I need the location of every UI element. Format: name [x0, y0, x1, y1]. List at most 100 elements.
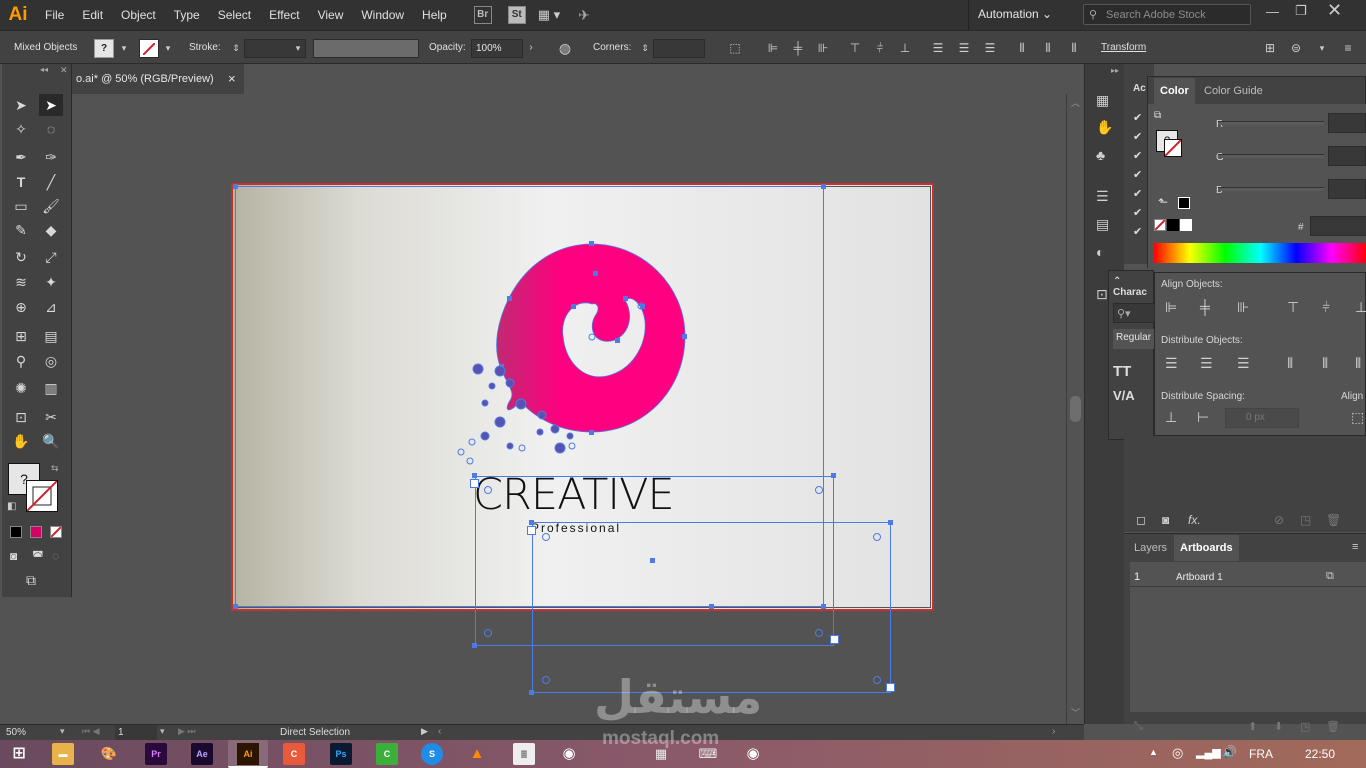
scroll-left-icon[interactable]: ‹ — [438, 726, 441, 737]
graphic-styles-icon[interactable]: ⊡ — [1096, 286, 1108, 303]
brushes-icon[interactable]: ✋ — [1096, 119, 1113, 136]
action-check-icon[interactable]: ✔ — [1133, 111, 1142, 124]
illustrator-taskbar-item[interactable]: Ai — [228, 740, 268, 768]
shaper-tool[interactable]: ✎ — [9, 219, 33, 241]
recolor-artwork-icon[interactable]: ◍ — [557, 40, 573, 56]
move-up-icon[interactable]: ⬆ — [1248, 720, 1257, 733]
stroke-color-box[interactable] — [26, 480, 58, 512]
scroll-down-icon[interactable]: ﹀ — [1071, 706, 1080, 719]
fill-swatch[interactable]: ? — [94, 39, 114, 58]
align-top-icon[interactable]: ⊤ — [847, 40, 863, 56]
menu-help[interactable]: Help — [413, 0, 456, 30]
scroll-right-icon[interactable]: › — [1052, 726, 1055, 737]
panel-align-top-icon[interactable]: ⊤ — [1287, 299, 1299, 316]
perspective-grid-tool[interactable]: ⊿ — [39, 296, 63, 318]
after-effects-icon[interactable]: Ae — [191, 743, 213, 765]
tray-expand-icon[interactable]: ▲ — [1149, 747, 1158, 757]
restore-button[interactable]: ❐ — [1295, 3, 1307, 19]
font-search-field[interactable]: ⚲▾ — [1113, 303, 1155, 323]
document-tab[interactable]: o.ai* @ 50% (RGB/Preview) × — [72, 64, 244, 94]
blue-value-field[interactable] — [1328, 179, 1366, 199]
chrome-icon-2[interactable]: ◉ — [742, 743, 764, 765]
stroke-stepper[interactable]: ⇕ — [228, 40, 244, 56]
new-item-icon[interactable]: ◳ — [1300, 513, 1311, 527]
slice-tool[interactable]: ✂ — [39, 406, 63, 428]
menu-object[interactable]: Object — [112, 0, 165, 30]
column-graph-tool[interactable]: ▥ — [39, 377, 63, 399]
line-tool[interactable]: ╱ — [39, 171, 63, 193]
menu-file[interactable]: File — [36, 0, 73, 30]
artboard-row[interactable]: 1 Artboard 1 ⧉ — [1130, 567, 1366, 587]
color-guide-tab[interactable]: Color Guide — [1198, 78, 1269, 104]
color-mode-button[interactable] — [10, 526, 22, 538]
layers-tab[interactable]: Layers — [1128, 535, 1173, 561]
stroke-panel-icon[interactable]: ☰ — [1096, 188, 1109, 205]
prohibited-icon[interactable]: ⊘ — [1274, 513, 1284, 527]
zoom-dropdown-icon[interactable]: ▾ — [60, 726, 65, 737]
hand-tool[interactable]: ✋ — [9, 430, 33, 452]
input-language[interactable]: FRA — [1249, 747, 1273, 761]
close-button[interactable]: ✕ — [1327, 0, 1342, 21]
distribute-right-icon[interactable]: ⦀ — [1066, 40, 1082, 56]
selection-tool[interactable]: ➤ — [9, 94, 33, 116]
distribute-vcenter-icon[interactable]: ☰ — [956, 40, 972, 56]
eraser-tool[interactable]: ◆ — [39, 219, 63, 241]
last-artboard-icon[interactable]: ▶ ⏭ — [178, 726, 196, 737]
action-check-icon[interactable]: ✔ — [1133, 149, 1142, 162]
status-menu-icon[interactable]: ▶ — [421, 726, 428, 737]
align-right-icon[interactable]: ⊪ — [815, 40, 831, 56]
swap-colors-icon[interactable]: ⇆ — [51, 463, 59, 474]
trash-icon[interactable]: 🗑 — [1326, 513, 1341, 527]
panel-align-bottom-icon[interactable]: ⊥ — [1355, 299, 1366, 316]
tray-app-icon[interactable]: ◎ — [1172, 745, 1183, 761]
vlc-icon[interactable]: ▲ — [466, 743, 488, 765]
libraries-icon[interactable]: ▦ — [1096, 92, 1109, 109]
panel-menu-icon[interactable]: ≡ — [1352, 541, 1358, 553]
artboard-options-icon[interactable]: ⧉ — [1326, 570, 1334, 583]
menu-edit[interactable]: Edit — [73, 0, 112, 30]
volume-icon[interactable]: 🔊 — [1222, 745, 1237, 759]
transform-link[interactable]: Transform — [1101, 42, 1146, 53]
pen-tool[interactable]: ✒ — [9, 146, 33, 168]
variable-width-profile[interactable] — [313, 39, 419, 58]
windows-start-icon[interactable]: ⊞ — [8, 743, 30, 765]
zoom-level-field[interactable]: 50% — [6, 727, 26, 738]
panel-align-right-icon[interactable]: ⊪ — [1237, 299, 1249, 316]
zoom-tool[interactable]: 🔍 — [39, 430, 63, 452]
begin-recording-icon[interactable]: ◙ — [1162, 513, 1169, 527]
panel-align-hcenter-icon[interactable]: ╪ — [1200, 299, 1210, 315]
mesh-tool[interactable]: ⊞ — [9, 325, 33, 347]
align-bottom-icon[interactable]: ⊥ — [897, 40, 913, 56]
none-swatch[interactable] — [1154, 219, 1166, 231]
chrome-icon[interactable]: ◉ — [558, 743, 580, 765]
draw-normal-icon[interactable]: ◙ — [10, 549, 17, 563]
color-spectrum[interactable] — [1154, 243, 1366, 263]
puppet-warp-tool[interactable]: ✦ — [39, 271, 63, 293]
align-hcenter-icon[interactable]: ╪ — [790, 40, 806, 56]
black-swatch[interactable] — [1178, 197, 1190, 209]
action-check-icon[interactable]: ✔ — [1133, 130, 1142, 143]
distribute-left-icon[interactable]: ⦀ — [1014, 40, 1030, 56]
panel-distribute-vcenter-icon[interactable]: ☰ — [1200, 355, 1213, 372]
panel-distribute-left-icon[interactable]: ⦀ — [1287, 355, 1293, 372]
panel-distribute-top-icon[interactable]: ☰ — [1165, 355, 1178, 372]
lasso-tool[interactable]: ◌ — [39, 118, 63, 140]
action-check-icon[interactable]: ✔ — [1133, 206, 1142, 219]
camtasia-icon[interactable]: C — [376, 743, 398, 765]
color-tab[interactable]: Color — [1154, 78, 1195, 104]
options-dropdown-icon[interactable]: ▾ — [1314, 40, 1330, 56]
none-mode-button[interactable] — [50, 526, 62, 538]
stop-recording-icon[interactable]: ◻ — [1136, 513, 1146, 527]
out-of-gamut-icon[interactable]: ⬑ — [1158, 195, 1168, 209]
menu-view[interactable]: View — [309, 0, 353, 30]
artboards-tab[interactable]: Artboards — [1174, 535, 1239, 561]
corners-field[interactable] — [653, 39, 705, 58]
isolate-icon[interactable]: ⊞ — [1262, 40, 1278, 56]
direct-selection-tool[interactable]: ➤ — [39, 94, 63, 116]
minimize-button[interactable]: — — [1266, 4, 1279, 19]
fx-icon[interactable]: fx. — [1188, 513, 1201, 527]
artboard-dropdown-icon[interactable]: ▾ — [160, 726, 165, 737]
opacity-field[interactable]: 100% — [471, 39, 523, 58]
magic-wand-tool[interactable]: ✧ — [9, 118, 33, 140]
spacing-value-field[interactable]: 0 px — [1225, 408, 1299, 428]
